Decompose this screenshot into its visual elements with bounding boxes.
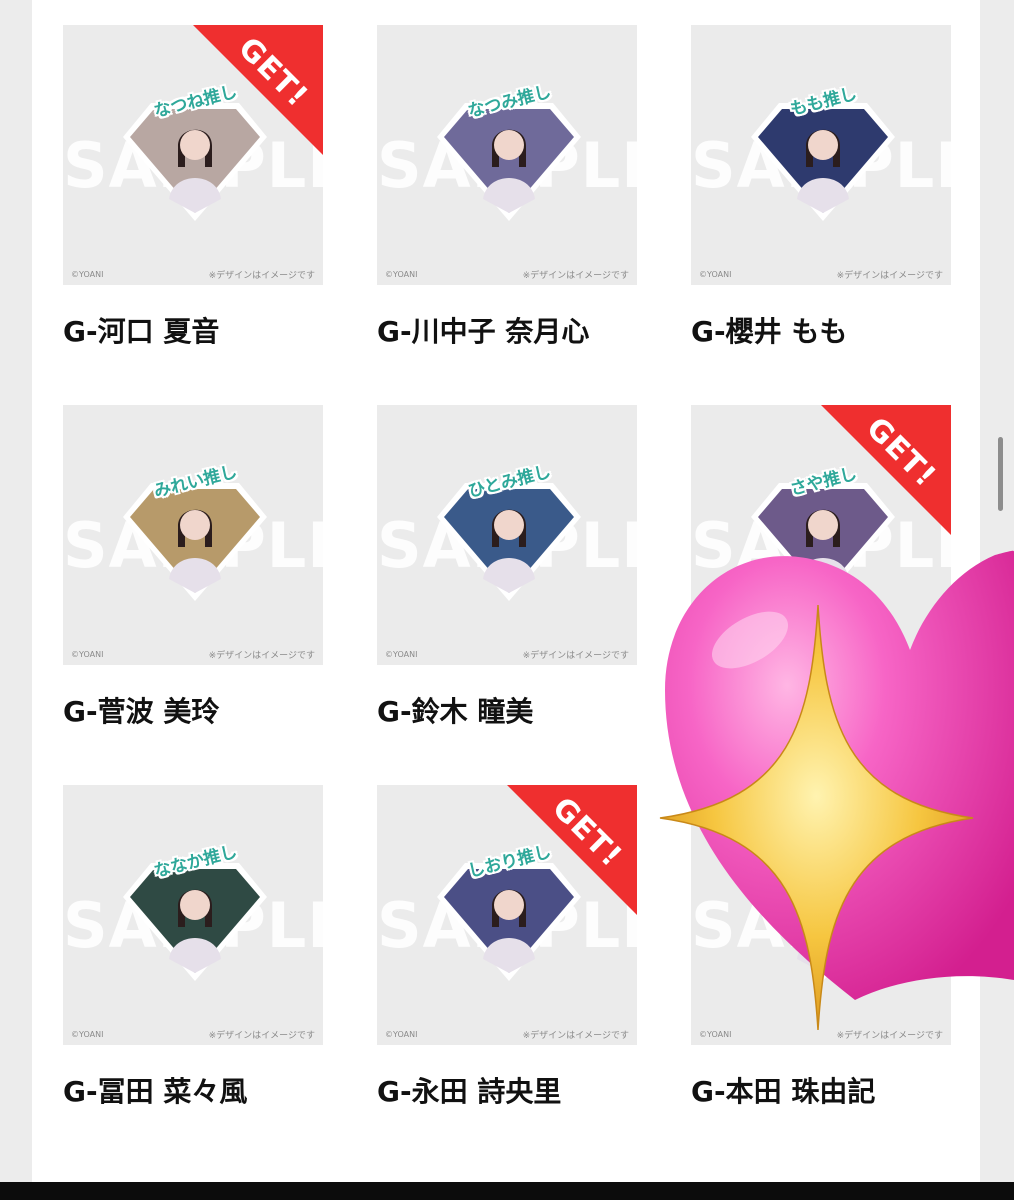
product-card[interactable]: SAMPLE©YOANI※デザインはイメージですG-本田 珠由記 (691, 785, 951, 1125)
product-list-panel: SAMPLEなつね推し©YOANI※デザインはイメージですGET!G-河口 夏音… (32, 0, 980, 1182)
product-name[interactable]: G-本田 珠由記 (691, 1070, 991, 1110)
design-note: ※デザインはイメージです (208, 651, 315, 661)
product-card[interactable]: SAMPLEひとみ推し©YOANI※デザインはイメージですG-鈴木 瞳美 (377, 405, 637, 745)
product-thumbnail[interactable]: SAMPLEみれい推し©YOANI※デザインはイメージです (63, 405, 323, 665)
design-note: ※デザインはイメージです (836, 651, 943, 661)
product-name[interactable]: G-菅波 美玲 (63, 690, 363, 730)
copyright-text: ©YOANI (385, 1030, 418, 1039)
product-name[interactable]: G-冨田 菜々風 (63, 1070, 363, 1110)
product-thumbnail[interactable]: SAMPLEなつね推し©YOANI※デザインはイメージですGET! (63, 25, 323, 285)
product-thumbnail[interactable]: SAMPLEもも推し©YOANI※デザインはイメージです (691, 25, 951, 285)
product-card[interactable]: SAMPLEななか推し©YOANI※デザインはイメージですG-冨田 菜々風 (63, 785, 323, 1125)
copyright-text: ©YOANI (71, 1030, 104, 1039)
copyright-text: ©YOANI (385, 650, 418, 659)
product-card[interactable]: SAMPLEしおり推し©YOANI※デザインはイメージですGET!G-永田 詩央… (377, 785, 637, 1125)
product-card[interactable]: SAMPLEもも推し©YOANI※デザインはイメージですG-櫻井 もも (691, 25, 951, 365)
design-note: ※デザインはイメージです (836, 271, 943, 281)
copyright-text: ©YOANI (71, 270, 104, 279)
product-thumbnail[interactable]: SAMPLE©YOANI※デザインはイメージです (691, 785, 951, 1045)
product-thumbnail[interactable]: SAMPLEさや推し©YOANI※デザインはイメージですGET! (691, 405, 951, 665)
design-note: ※デザインはイメージです (522, 1031, 629, 1041)
product-card[interactable]: SAMPLEなつみ推し©YOANI※デザインはイメージですG-川中子 奈月心 (377, 25, 637, 365)
design-note: ※デザインはイメージです (522, 271, 629, 281)
product-name[interactable]: G-川中子 奈月心 (377, 310, 677, 350)
copyright-text: ©YOANI (71, 650, 104, 659)
product-card[interactable]: SAMPLEなつね推し©YOANI※デザインはイメージですGET!G-河口 夏音 (63, 25, 323, 365)
product-thumbnail[interactable]: SAMPLEしおり推し©YOANI※デザインはイメージですGET! (377, 785, 637, 1045)
copyright-text: ©YOANI (699, 270, 732, 279)
product-thumbnail[interactable]: SAMPLEななか推し©YOANI※デザインはイメージです (63, 785, 323, 1045)
copyright-text: ©YOANI (699, 1030, 732, 1039)
design-note: ※デザインはイメージです (836, 1031, 943, 1041)
scrollbar-thumb[interactable] (998, 437, 1003, 511)
product-name[interactable]: G-河口 夏音 (63, 310, 363, 350)
bottom-bar (0, 1182, 1014, 1200)
product-thumbnail[interactable]: SAMPLEひとみ推し©YOANI※デザインはイメージです (377, 405, 637, 665)
diamond-photo-badge (749, 855, 897, 983)
design-note: ※デザインはイメージです (522, 651, 629, 661)
page: SAMPLEなつね推し©YOANI※デザインはイメージですGET!G-河口 夏音… (0, 0, 1014, 1200)
design-note: ※デザインはイメージです (208, 271, 315, 281)
product-name[interactable]: G-鈴木 瞳美 (377, 690, 677, 730)
product-grid: SAMPLEなつね推し©YOANI※デザインはイメージですGET!G-河口 夏音… (32, 0, 980, 1182)
design-note: ※デザインはイメージです (208, 1031, 315, 1041)
product-card[interactable]: SAMPLEさや推し©YOANI※デザインはイメージですGET! (691, 405, 951, 745)
product-card[interactable]: SAMPLEみれい推し©YOANI※デザインはイメージですG-菅波 美玲 (63, 405, 323, 745)
product-name[interactable]: G-櫻井 もも (691, 310, 991, 350)
copyright-text: ©YOANI (385, 270, 418, 279)
copyright-text: ©YOANI (699, 650, 732, 659)
product-thumbnail[interactable]: SAMPLEなつみ推し©YOANI※デザインはイメージです (377, 25, 637, 285)
product-name[interactable]: G-永田 詩央里 (377, 1070, 677, 1110)
